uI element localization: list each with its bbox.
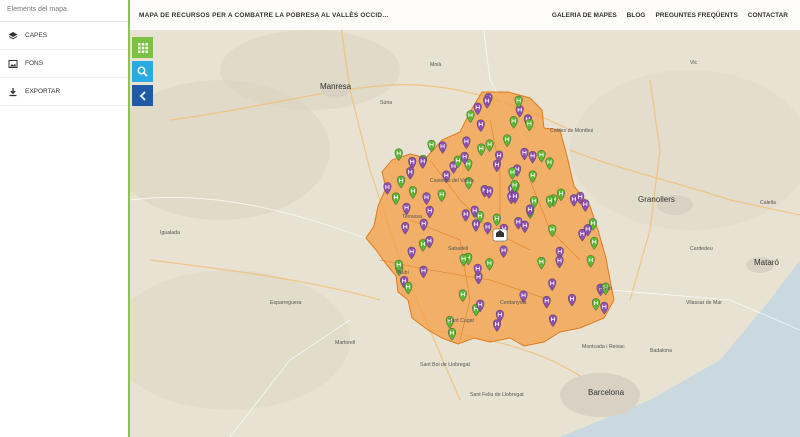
map-title[interactable]: MAPA DE RECURSOS PER A COMBATRE LA POBRE… (139, 12, 542, 19)
map-canvas[interactable]: Manresa Sabadell Terrassa Granollers Mat… (130, 0, 800, 437)
place-label: Vilassar de Mar (686, 300, 722, 306)
sidebar-item-label: CAPES (25, 32, 48, 39)
place-label: Moià (430, 62, 442, 68)
place-label: Terrassa (402, 214, 422, 220)
place-label: Vic (690, 60, 698, 66)
place-label: Granollers (638, 195, 675, 204)
nav-link-gallery[interactable]: GALERIA DE MAPES (552, 12, 617, 19)
top-bar: MAPA DE RECURSOS PER A COMBATRE LA POBRE… (130, 0, 800, 30)
search-icon (137, 66, 148, 77)
place-label: Igualada (160, 230, 180, 236)
sidebar-item-label: FONS (25, 60, 44, 67)
image-icon (8, 59, 18, 68)
sidebar-item-label: EXPORTAR (25, 88, 61, 95)
place-label: Esparreguera (270, 300, 302, 306)
place-label: Súria (380, 100, 393, 106)
sidebar-item-layers[interactable]: CAPES (0, 22, 128, 50)
place-label: Badalona (650, 348, 672, 354)
cluster-marker[interactable] (492, 228, 508, 242)
place-label: Mataró (754, 258, 779, 267)
nav-link-blog[interactable]: BLOG (627, 12, 646, 19)
place-label: Sant Boi de Llobregat (420, 362, 470, 368)
layers-icon (8, 31, 18, 39)
grid-icon (137, 42, 148, 53)
place-label: Mollet (598, 286, 612, 292)
place-label: Sant Cugat (448, 318, 474, 324)
sidebar-item-export[interactable]: EXPORTAR (0, 78, 128, 106)
nav-link-contact[interactable]: CONTACTAR (748, 12, 788, 19)
place-label: Caldes de Montbui (550, 128, 594, 134)
place-label: Sant Feliu de Llobregat (470, 392, 524, 398)
panel-title: Elements del mapa (0, 0, 128, 22)
chevron-left-icon (139, 90, 146, 101)
collapse-button[interactable] (132, 85, 153, 106)
place-label: Montcada i Reixac (582, 344, 625, 350)
download-icon (9, 87, 17, 96)
grid-menu-button[interactable] (132, 37, 153, 58)
map-base (130, 0, 800, 437)
place-label: Martorell (335, 340, 356, 346)
place-label: Barcelona (588, 388, 625, 397)
map-elements-panel: Elements del mapa CAPES FONS EXPORTAR (0, 0, 130, 437)
top-nav: GALERIA DE MAPES BLOG PREGUNTES FREQÜENT… (542, 12, 788, 19)
nav-link-faq[interactable]: PREGUNTES FREQÜENTS (655, 12, 737, 19)
place-label: Cardedeu (690, 246, 713, 252)
place-label: Castellar del Vallès (430, 178, 475, 184)
place-label: Manresa (320, 82, 352, 91)
sidebar-item-background[interactable]: FONS (0, 50, 128, 78)
place-label: Sabadell (448, 246, 469, 252)
place-label: Calella (760, 200, 776, 206)
search-button[interactable] (132, 61, 153, 82)
place-label: Cerdanyola (500, 300, 527, 306)
place-label: Rubí (398, 270, 409, 276)
